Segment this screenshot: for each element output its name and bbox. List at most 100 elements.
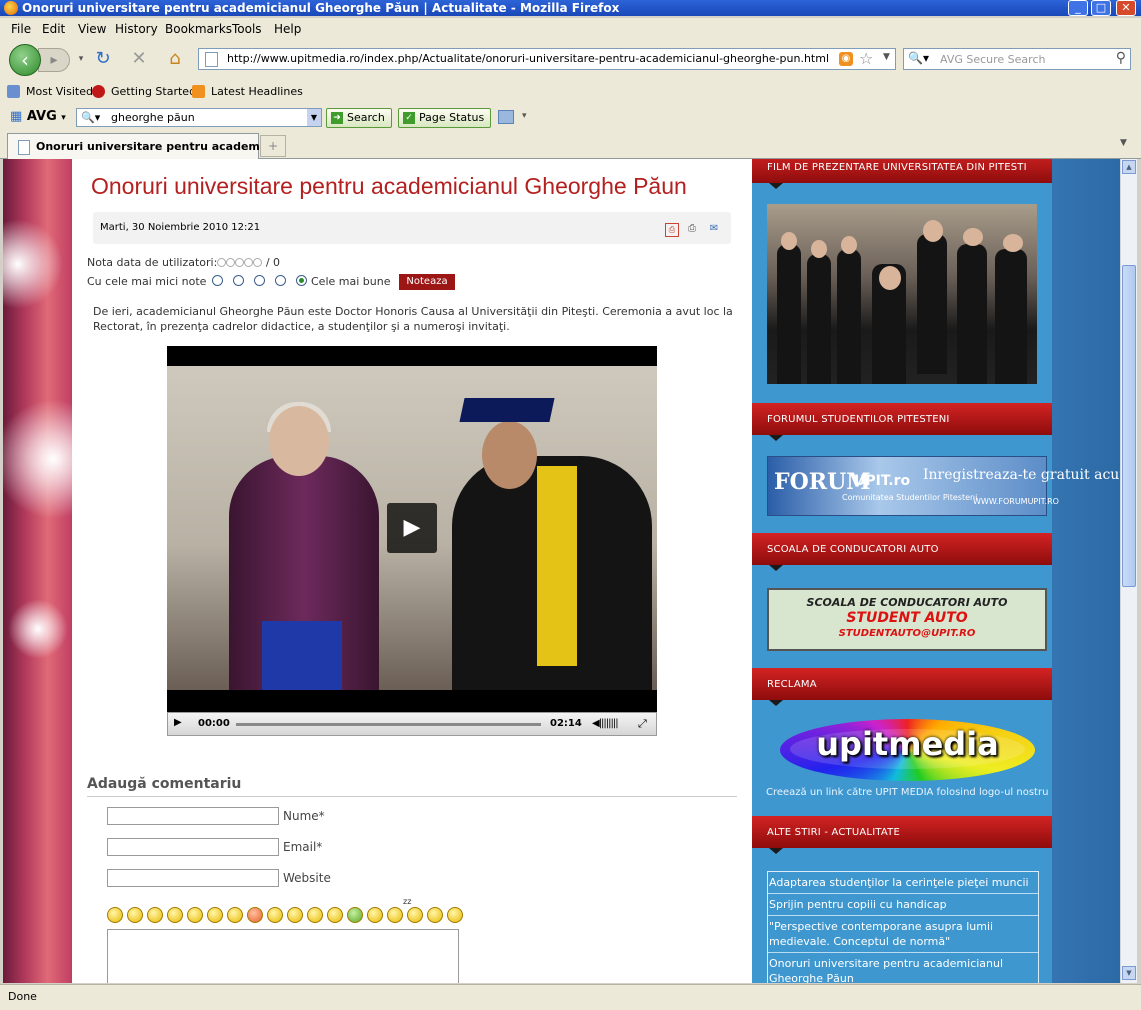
menu-file[interactable]: File	[11, 22, 31, 36]
scroll-up-icon[interactable]: ▲	[1122, 160, 1136, 174]
menu-bar: File Edit View History Bookmarks Tools H…	[0, 18, 1141, 41]
bookmark-star-icon[interactable]: ☆	[859, 49, 873, 68]
avg-search-engine-icon[interactable]: 🔍▾	[81, 111, 100, 124]
photo-figure	[957, 244, 987, 384]
bookmark-latest-headlines[interactable]: Latest Headlines	[211, 85, 303, 98]
smiley-icon[interactable]	[407, 907, 423, 923]
rss-feed-icon[interactable]: ◉	[839, 52, 853, 66]
avg-search-query[interactable]: gheorghe păun	[111, 111, 195, 124]
print-icon[interactable]: ⎙	[686, 223, 698, 235]
smiley-icon[interactable]	[307, 907, 323, 923]
bookmark-most-visited[interactable]: Most Visited	[26, 85, 93, 98]
menu-bookmarks[interactable]: Bookmarks	[165, 22, 232, 36]
smiley-icon[interactable]	[127, 907, 143, 923]
smiley-icon[interactable]	[327, 907, 343, 923]
comments-divider	[87, 796, 737, 797]
email-icon[interactable]: ✉	[708, 223, 720, 235]
sleep-smiley-zz: zz	[403, 897, 412, 906]
comment-name-input[interactable]	[107, 807, 279, 825]
avg-tools-dropdown-icon[interactable]: ▾	[522, 111, 527, 121]
news-item[interactable]: Onoruri universitare pentru academicianu…	[768, 953, 1038, 983]
news-item[interactable]: "Perspective contemporane asupra lumii m…	[768, 916, 1038, 953]
smiley-bar	[107, 907, 467, 925]
comment-textarea[interactable]	[107, 929, 459, 983]
smiley-icon[interactable]	[147, 907, 163, 923]
reload-icon[interactable]: ↻	[92, 48, 114, 70]
search-go-icon[interactable]: ⚲	[1116, 50, 1126, 66]
avg-logo[interactable]: ▦ AVG ▾	[10, 109, 66, 124]
comment-name-label: Nume*	[283, 809, 325, 823]
rate-button[interactable]: Noteaza	[399, 274, 455, 290]
video-play-overlay-icon[interactable]: ▶	[387, 503, 437, 553]
video-play-icon[interactable]: ▶	[174, 717, 182, 728]
forum-banner[interactable]: FORUM Comunitatea Studentilor Pitesteni …	[767, 456, 1120, 516]
smiley-icon[interactable]	[187, 907, 203, 923]
scoala-banner[interactable]: SCOALA DE CONDUCATORI AUTO STUDENT AUTO …	[767, 588, 1047, 651]
rating-radio-5[interactable]	[296, 275, 307, 286]
home-icon[interactable]: ⌂	[164, 48, 186, 70]
address-bar[interactable]: http://www.upitmedia.ro/index.php/Actual…	[198, 48, 896, 70]
address-url[interactable]: http://www.upitmedia.ro/index.php/Actual…	[227, 52, 829, 65]
vertical-scrollbar[interactable]: ▲ ▼	[1120, 159, 1137, 983]
history-dropdown-icon[interactable]: ▾	[70, 48, 92, 70]
graduates-photo[interactable]	[767, 204, 1037, 384]
smiley-icon[interactable]	[387, 907, 403, 923]
smiley-icon[interactable]	[167, 907, 183, 923]
smiley-icon[interactable]	[347, 907, 363, 923]
smiley-icon[interactable]	[107, 907, 123, 923]
rating-radio-1[interactable]	[212, 275, 223, 286]
back-button[interactable]: ‹	[9, 44, 41, 76]
photo-face	[1003, 234, 1023, 252]
video-fullscreen-icon[interactable]: ⤢	[638, 717, 647, 731]
smiley-icon[interactable]	[367, 907, 383, 923]
rating-radio-3[interactable]	[254, 275, 265, 286]
scroll-down-icon[interactable]: ▼	[1122, 966, 1136, 980]
bookmark-getting-started[interactable]: Getting Started	[111, 85, 196, 98]
menu-history[interactable]: History	[115, 22, 158, 36]
news-item[interactable]: Adaptarea studenţilor la cerinţele pieţe…	[768, 872, 1038, 894]
video-progress-bar[interactable]	[236, 723, 541, 726]
rating-radio-4[interactable]	[275, 275, 286, 286]
avg-search-dropdown-icon[interactable]: ▼	[307, 109, 321, 126]
menu-view[interactable]: View	[78, 22, 106, 36]
tab-active[interactable]: Onoruri universitare pentru academi...	[7, 133, 276, 159]
video-player[interactable]: ▶ ▶ 00:00 02:14 ◀|||||||| ⤢	[167, 346, 657, 736]
video-volume-icon[interactable]: ◀||||||||	[592, 718, 619, 729]
pdf-icon[interactable]: ⎙	[665, 223, 679, 237]
smiley-icon[interactable]	[227, 907, 243, 923]
avg-search-button[interactable]: ➜ Search	[326, 108, 392, 128]
smiley-icon[interactable]	[207, 907, 223, 923]
sidebar-heading-scoala: SCOALA DE CONDUCATORI AUTO	[752, 533, 1052, 571]
search-engine-icon[interactable]: 🔍▾	[908, 51, 929, 65]
page-icon	[205, 52, 218, 67]
forward-button[interactable]: ▸	[38, 48, 70, 72]
maximize-button[interactable]: □	[1091, 0, 1111, 16]
news-item[interactable]: Sprijin pentru copiii cu handicap	[768, 894, 1038, 916]
rating-radio-2[interactable]	[233, 275, 244, 286]
menu-help[interactable]: Help	[274, 22, 301, 36]
menu-edit[interactable]: Edit	[42, 22, 65, 36]
smiley-icon[interactable]	[267, 907, 283, 923]
comment-email-input[interactable]	[107, 838, 279, 856]
page-status-button[interactable]: ✓ Page Status	[398, 108, 492, 128]
new-tab-button[interactable]: +	[260, 135, 286, 157]
close-window-button[interactable]: ✕	[1116, 0, 1136, 16]
smiley-icon[interactable]	[247, 907, 263, 923]
scrollbar-thumb[interactable]	[1122, 265, 1136, 587]
menu-tools[interactable]: Tools	[232, 22, 262, 36]
comment-website-input[interactable]	[107, 869, 279, 887]
minimize-button[interactable]: _	[1068, 0, 1088, 16]
tab-title[interactable]: Onoruri universitare pentru academi...	[36, 140, 276, 153]
most-visited-icon	[7, 85, 20, 98]
tab-list-icon[interactable]: ▼	[1120, 138, 1127, 148]
upitmedia-logo[interactable]: upitmedia	[780, 719, 1035, 781]
smiley-icon[interactable]	[447, 907, 463, 923]
avg-search-input[interactable]: 🔍▾ gheorghe păun ▼	[76, 108, 322, 127]
smiley-icon[interactable]	[427, 907, 443, 923]
address-dropdown-icon[interactable]: ▼	[883, 52, 890, 62]
avg-tools-icon[interactable]	[498, 110, 514, 124]
upitmedia-link-text[interactable]: Creează un link către UPIT MEDIA folosin…	[766, 787, 1048, 798]
stop-icon[interactable]: ✕	[128, 48, 150, 70]
smiley-icon[interactable]	[287, 907, 303, 923]
search-box[interactable]: 🔍▾ AVG Secure Search ⚲	[903, 48, 1131, 70]
